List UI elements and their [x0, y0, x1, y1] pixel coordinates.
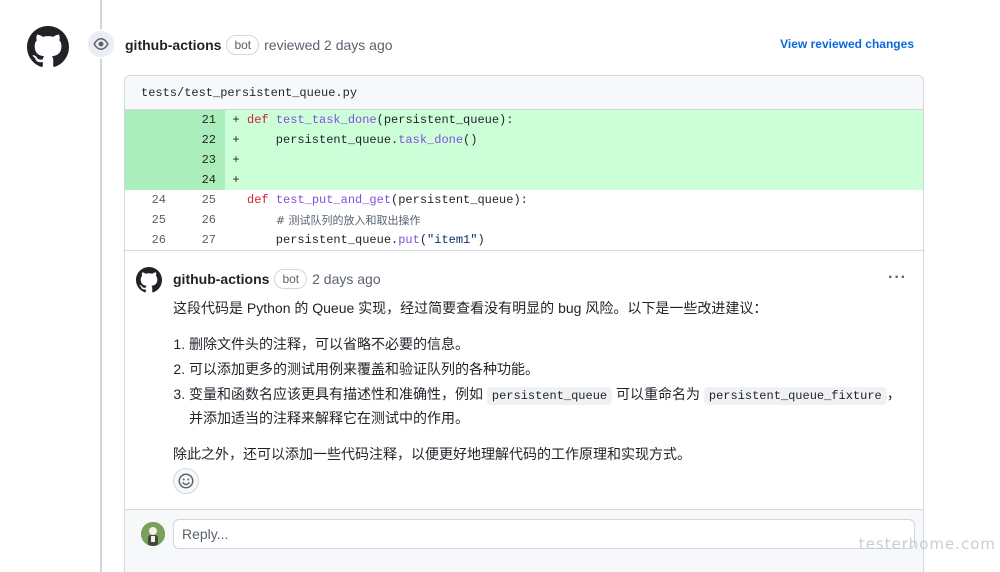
comment-outro: 除此之外，还可以添加一些代码注释，以便更好地理解代码的工作原理和实现方式。 [173, 446, 691, 462]
old-line-number[interactable]: 24 [125, 190, 175, 210]
github-mark-icon [136, 267, 162, 293]
add-reaction-button[interactable] [173, 468, 199, 494]
diff-marker: + [232, 113, 240, 127]
old-line-number[interactable] [125, 150, 175, 170]
review-comment: github-actions bot 2 days ago ··· 这段代码是 … [125, 250, 923, 510]
diff-line: 26 27 persistent_queue.put("item1") [125, 230, 923, 250]
comment-header: github-actions bot 2 days ago [173, 269, 381, 289]
code-token: (persistent_queue): [376, 113, 514, 127]
code-token: persistent_queue. [247, 133, 399, 147]
suggestion-item: 变量和函数名应该更具有描述性和准确性，例如 persistent_queue 可… [189, 383, 913, 429]
bot-badge: bot [226, 35, 260, 55]
eye-icon [93, 38, 109, 50]
code-token: ( [419, 233, 428, 247]
new-line-number[interactable]: 25 [175, 190, 225, 210]
old-line-number[interactable] [125, 110, 175, 130]
reply-area [125, 509, 923, 572]
review-header: github-actions bot reviewed 2 days ago [125, 34, 393, 56]
comment-options-button[interactable]: ··· [888, 269, 907, 287]
smiley-icon [178, 473, 194, 489]
review-author[interactable]: github-actions [125, 37, 221, 53]
code-token: put [398, 233, 420, 247]
timeline-line [100, 0, 102, 572]
diff-marker: + [232, 153, 240, 167]
review-event-badge [86, 29, 116, 59]
code-line: persistent_queue.put("item1") [247, 233, 485, 247]
new-line-number[interactable]: 21 [175, 110, 225, 130]
code-token: "item1" [427, 233, 478, 247]
suggestion-text: 可以重命名为 [612, 386, 704, 402]
code-token: task_done [398, 133, 464, 147]
code-token: (persistent_queue): [391, 193, 528, 207]
code-token: () [463, 133, 478, 147]
comment-author[interactable]: github-actions [173, 271, 269, 287]
code-token: def [247, 193, 276, 207]
review-thread: tests/test_persistent_queue.py 21 + def te… [124, 75, 924, 572]
user-avatar[interactable] [141, 522, 165, 546]
diff-line: 21 + def test_task_done(persistent_queue): [125, 110, 923, 130]
bot-badge: bot [274, 269, 308, 289]
diff-hunk: 21 + def test_task_done(persistent_queue):… [125, 110, 923, 250]
old-line-number[interactable]: 25 [125, 210, 175, 230]
code-token: test_task_done [275, 113, 377, 127]
diff-line: 24 + [125, 170, 923, 190]
inline-code: persistent_queue [486, 387, 613, 405]
new-line-number[interactable]: 23 [175, 150, 225, 170]
code-token: def [247, 113, 276, 127]
code-token: test_put_and_get [275, 193, 392, 207]
code-line: # 测试队列的放入和取出操作 [247, 212, 421, 228]
comment-time[interactable]: 2 days ago [312, 271, 381, 287]
new-line-number[interactable]: 24 [175, 170, 225, 190]
code-line: def test_put_and_get(persistent_queue): [247, 193, 528, 207]
new-line-number[interactable]: 26 [175, 210, 225, 230]
suggestion-item: 删除文件头的注释，可以省略不必要的信息。 [189, 333, 913, 355]
new-line-number[interactable]: 27 [175, 230, 225, 250]
diff-line: 24 25 def test_put_and_get(persistent_queu… [125, 190, 923, 210]
reply-input[interactable] [173, 519, 915, 549]
code-token: persistent_queue. [247, 233, 399, 247]
suggestion-item: 可以添加更多的测试用例来覆盖和验证队列的各种功能。 [189, 358, 913, 380]
suggestion-text: 变量和函数名应该更具有描述性和准确性，例如 [189, 386, 487, 402]
comment-avatar[interactable] [136, 267, 162, 293]
old-line-number[interactable] [125, 170, 175, 190]
code-line: persistent_queue.task_done() [247, 133, 478, 147]
new-line-number[interactable]: 22 [175, 130, 225, 150]
code-token: # 测试队列的放入和取出操作 [275, 214, 421, 227]
code-token: ) [477, 233, 485, 247]
diff-line: 22 + persistent_queue.task_done() [125, 130, 923, 150]
review-action: reviewed 2 days ago [264, 37, 393, 53]
user-avatar-image [141, 522, 165, 546]
comment-body: 这段代码是 Python 的 Queue 实现，经过简要查看没有明显的 bug … [173, 297, 913, 465]
watermark: testerhome.com [858, 535, 996, 553]
diff-line: 25 26 # 测试队列的放入和取出操作 [125, 210, 923, 230]
github-actions-avatar[interactable] [27, 26, 69, 68]
code-line: def test_task_done(persistent_queue): [247, 113, 513, 127]
old-line-number[interactable]: 26 [125, 230, 175, 250]
inline-code: persistent_queue_fixture [703, 387, 887, 405]
comment-intro: 这段代码是 Python 的 Queue 实现，经过简要查看没有明显的 bug … [173, 300, 768, 316]
github-mark-icon [27, 26, 69, 68]
old-line-number[interactable] [125, 130, 175, 150]
view-reviewed-changes-link[interactable]: View reviewed changes [780, 37, 914, 51]
suggestion-list: 删除文件头的注释，可以省略不必要的信息。 可以添加更多的测试用例来覆盖和验证队列… [189, 333, 913, 429]
file-path[interactable]: tests/test_persistent_queue.py [125, 76, 923, 110]
diff-marker: + [232, 173, 240, 187]
diff-line: 23 + [125, 150, 923, 170]
diff-marker: + [232, 133, 240, 147]
